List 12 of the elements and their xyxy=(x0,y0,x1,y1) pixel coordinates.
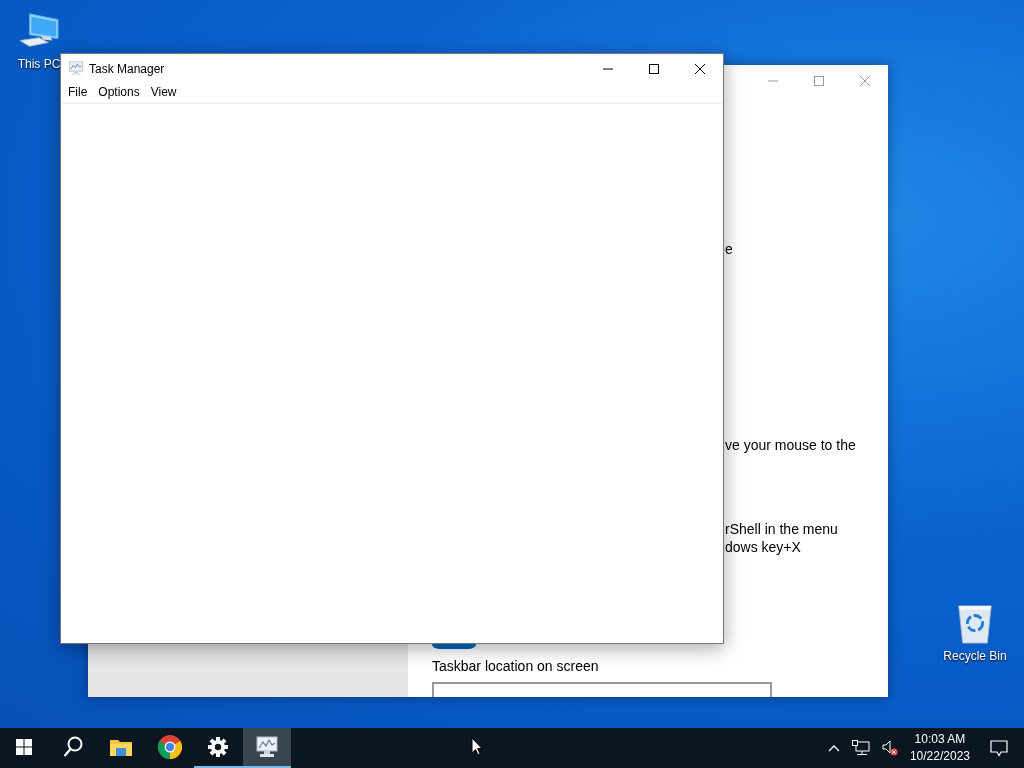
description-text: e xyxy=(725,240,733,258)
desktop-icon-label: This PC xyxy=(17,57,61,71)
description-text: dows key+X xyxy=(725,538,801,556)
section-label: Taskbar location on screen xyxy=(432,658,599,675)
description-text: ve your mouse to the xyxy=(725,436,856,454)
desktop-icon-label: Recycle Bin xyxy=(943,649,1007,663)
menu-item[interactable]: Options xyxy=(93,83,145,101)
menu-item[interactable]: File xyxy=(63,83,93,101)
clock[interactable]: 10:03 AM 10/22/2023 xyxy=(909,731,970,765)
window-title: Task Manager xyxy=(89,61,166,76)
menu-item[interactable]: View xyxy=(145,83,182,101)
description-text: rShell in the menu xyxy=(725,520,838,538)
